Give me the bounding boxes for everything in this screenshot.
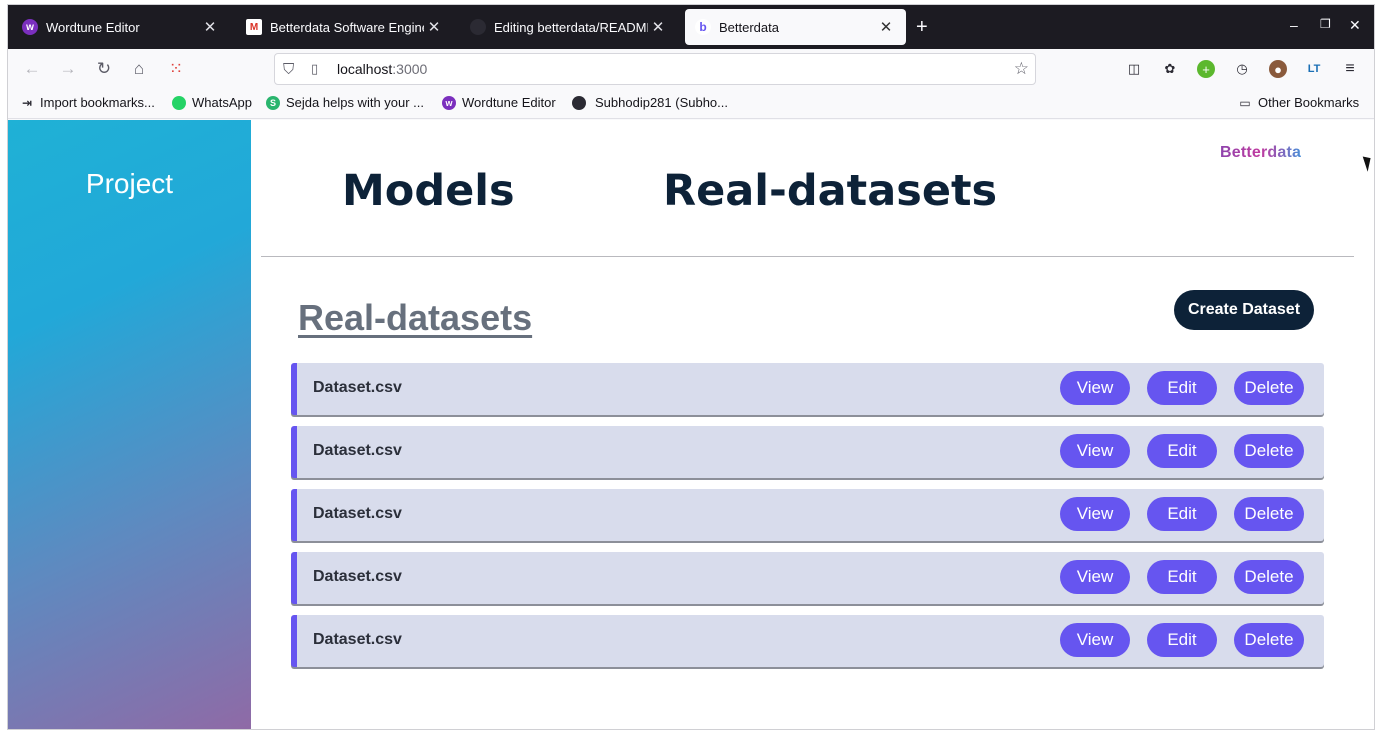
sidebar-project-link[interactable]: Project — [8, 168, 251, 200]
view-button[interactable]: View — [1060, 623, 1130, 657]
bookmark-label: Import bookmarks... — [40, 95, 155, 110]
view-button[interactable]: View — [1060, 560, 1130, 594]
forward-icon[interactable]: → — [56, 57, 80, 81]
section-title: Real-datasets — [298, 297, 533, 338]
bookmark-github[interactable]: Subhodip281 (Subho... — [572, 95, 728, 110]
tab-strip: w Wordtune Editor ✕ M Betterdata Softwar… — [8, 5, 1374, 49]
import-icon: ⇥ — [21, 95, 33, 110]
tab-betterdata[interactable]: b Betterdata ✕ — [685, 9, 906, 45]
bookmark-import[interactable]: ⇥ Import bookmarks... — [20, 95, 155, 110]
edit-button[interactable]: Edit — [1147, 623, 1217, 657]
gmail-icon: M — [246, 19, 262, 35]
tab-wordtune[interactable]: w Wordtune Editor ✕ — [12, 9, 230, 45]
wordtune-icon: w — [22, 19, 38, 35]
dataset-name: Dataset.csv — [313, 379, 402, 396]
timer-icon[interactable]: ◷ — [1233, 60, 1251, 78]
edit-button[interactable]: Edit — [1147, 560, 1217, 594]
bookmark-star-icon[interactable]: ☆ — [1014, 59, 1029, 79]
sidebar: Project — [8, 120, 251, 729]
browser-window: w Wordtune Editor ✕ M Betterdata Softwar… — [8, 5, 1374, 729]
bookmark-label: Sejda helps with your ... — [286, 95, 425, 110]
gnome-icon[interactable]: ✿ — [1161, 60, 1179, 78]
dataset-row: Dataset.csv View Edit Delete — [291, 615, 1324, 667]
delete-button[interactable]: Delete — [1234, 623, 1304, 657]
dataset-row: Dataset.csv View Edit Delete — [291, 552, 1324, 604]
bookmark-label: WhatsApp — [192, 95, 252, 110]
url-host: localhost — [337, 61, 393, 77]
bookmark-label: Subhodip281 (Subho... — [595, 95, 728, 110]
back-icon[interactable]: ← — [20, 57, 44, 81]
delete-button[interactable]: Delete — [1234, 560, 1304, 594]
other-bookmarks[interactable]: ▭ Other Bookmarks — [1238, 95, 1359, 110]
tab-github-readme[interactable]: Editing betterdata/README ✕ — [460, 9, 678, 45]
pocket-icon[interactable]: ◫ — [1125, 60, 1143, 78]
create-dataset-button[interactable]: Create Dataset — [1174, 290, 1314, 330]
apps-grid-icon[interactable]: ⁙ — [164, 57, 188, 81]
dataset-row: Dataset.csv View Edit Delete — [291, 426, 1324, 478]
bookmark-wordtune[interactable]: w Wordtune Editor — [442, 95, 556, 110]
address-bar[interactable]: ⛉ ▯ localhost :3000 ☆ — [274, 53, 1036, 85]
nav-models[interactable]: Models — [342, 166, 515, 216]
bookmarks-toolbar: ⇥ Import bookmarks... WhatsApp S Sejda h… — [8, 89, 1374, 119]
edit-button[interactable]: Edit — [1147, 371, 1217, 405]
view-button[interactable]: View — [1060, 497, 1130, 531]
dataset-row: Dataset.csv View Edit Delete — [291, 489, 1324, 541]
url-port: :3000 — [392, 61, 428, 77]
delete-button[interactable]: Delete — [1234, 434, 1304, 468]
tab-title: Wordtune Editor — [46, 19, 140, 35]
dataset-name: Dataset.csv — [313, 505, 402, 522]
view-button[interactable]: View — [1060, 434, 1130, 468]
sejda-icon: S — [266, 95, 280, 110]
reload-icon[interactable]: ↻ — [92, 57, 116, 81]
wordtune-icon: w — [442, 95, 456, 110]
bookmark-label: Wordtune Editor — [462, 95, 556, 110]
dataset-name: Dataset.csv — [313, 631, 402, 648]
view-button[interactable]: View — [1060, 371, 1130, 405]
dataset-name: Dataset.csv — [313, 568, 402, 585]
divider — [261, 256, 1354, 257]
add-extension-icon[interactable]: + — [1197, 60, 1215, 78]
home-icon[interactable]: ⌂ — [127, 57, 151, 81]
dataset-row: Dataset.csv View Edit Delete — [291, 363, 1324, 415]
tab-title: Betterdata — [719, 19, 779, 35]
page-content: Project Betterdata Models Real-datasets … — [8, 120, 1374, 729]
dataset-name: Dataset.csv — [313, 442, 402, 459]
bookmark-sejda[interactable]: S Sejda helps with your ... — [266, 95, 424, 110]
betterdata-icon: b — [695, 19, 711, 35]
navigation-toolbar: ← → ↻ ⌂ ⁙ ⛉ ▯ localhost :3000 ☆ ◫ ✿ + ◷ … — [8, 49, 1374, 89]
tab-gmail[interactable]: M Betterdata Software Engineer ✕ — [236, 9, 454, 45]
brand-logo: Betterdata — [1220, 144, 1302, 161]
page-info-icon[interactable]: ▯ — [311, 61, 327, 77]
nav-real-datasets[interactable]: Real-datasets — [663, 166, 997, 216]
edit-button[interactable]: Edit — [1147, 434, 1217, 468]
other-bookmarks-label: Other Bookmarks — [1258, 95, 1360, 110]
close-tab-icon[interactable]: ✕ — [876, 18, 896, 36]
close-tab-icon[interactable]: ✕ — [648, 18, 668, 36]
menu-icon[interactable]: ≡ — [1341, 60, 1359, 78]
close-tab-icon[interactable]: ✕ — [200, 18, 220, 36]
tracking-protection-icon[interactable]: ⛉ — [283, 61, 301, 78]
close-window-icon[interactable]: ✕ — [1349, 17, 1361, 34]
close-tab-icon[interactable]: ✕ — [424, 18, 444, 36]
edit-button[interactable]: Edit — [1147, 497, 1217, 531]
tab-title: Editing betterdata/README — [494, 19, 648, 35]
minimize-icon[interactable]: – — [1290, 17, 1298, 33]
languagetool-icon[interactable]: LT — [1305, 60, 1323, 78]
github-icon — [572, 95, 586, 110]
cookie-icon[interactable]: ● — [1269, 60, 1287, 78]
github-icon — [470, 19, 486, 35]
folder-icon: ▭ — [1239, 95, 1251, 110]
tab-title: Betterdata Software Engineer — [270, 19, 424, 35]
bookmark-whatsapp[interactable]: WhatsApp — [172, 95, 252, 110]
new-tab-button[interactable]: + — [916, 17, 928, 37]
delete-button[interactable]: Delete — [1234, 497, 1304, 531]
delete-button[interactable]: Delete — [1234, 371, 1304, 405]
restore-icon[interactable]: ❐ — [1320, 17, 1331, 31]
whatsapp-icon — [172, 95, 186, 110]
